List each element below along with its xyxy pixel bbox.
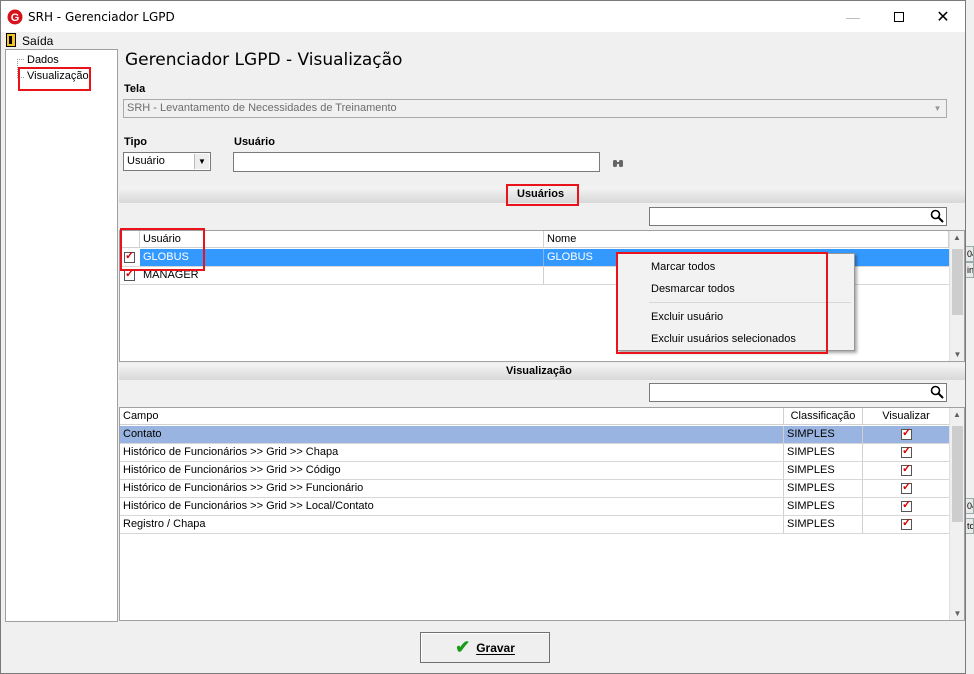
cell-campo: Registro / Chapa <box>120 516 784 533</box>
table-row[interactable]: Histórico de Funcionários >> Grid >> Cha… <box>120 444 949 462</box>
tree-item-dados[interactable]: Dados <box>27 54 59 66</box>
table-row[interactable]: Histórico de Funcionários >> Grid >> Loc… <box>120 498 949 516</box>
tree-connector <box>17 59 24 60</box>
view-vertical-scrollbar[interactable]: ▲ ▼ <box>949 408 964 620</box>
chevron-down-icon[interactable]: ▼ <box>930 101 945 116</box>
navigation-tree <box>5 49 118 622</box>
annotation-highlight <box>120 228 205 271</box>
svg-text:G: G <box>11 12 20 24</box>
cell-campo: Histórico de Funcionários >> Grid >> Fun… <box>120 480 784 497</box>
table-row[interactable]: Histórico de Funcionários >> Grid >> Cód… <box>120 462 949 480</box>
tela-value: SRH - Levantamento de Necessidades de Tr… <box>127 102 397 114</box>
cell-classificacao: SIMPLES <box>784 426 863 443</box>
visualizar-checkbox[interactable] <box>901 499 912 512</box>
scroll-down-icon[interactable]: ▼ <box>950 350 965 359</box>
scroll-up-icon[interactable]: ▲ <box>950 233 964 242</box>
view-section-title: Visualização <box>506 365 572 377</box>
menu-item-exit[interactable]: Saída <box>22 34 53 48</box>
scrollbar-thumb[interactable] <box>952 249 963 315</box>
users-search-input[interactable] <box>649 207 947 226</box>
cell-classificacao: SIMPLES <box>784 444 863 461</box>
page-title: Gerenciador LGPD - Visualização <box>125 50 403 70</box>
app-logo-icon: G <box>7 9 23 25</box>
search-icon[interactable] <box>930 209 944 223</box>
maximize-icon <box>894 11 904 22</box>
menu-bar <box>1 32 965 49</box>
visualizar-checkbox[interactable] <box>901 481 912 494</box>
search-icon[interactable] <box>930 385 944 399</box>
cell-campo: Histórico de Funcionários >> Grid >> Loc… <box>120 498 784 515</box>
checkmark-icon: ✔ <box>455 637 471 657</box>
users-grid-header: Usuário Nome <box>120 231 949 248</box>
maximize-button[interactable] <box>876 1 922 32</box>
cell-classificacao: SIMPLES <box>784 516 863 533</box>
annotation-highlight <box>616 252 828 354</box>
chevron-down-icon[interactable]: ▼ <box>194 154 209 169</box>
save-button[interactable]: ✔ Gravar <box>420 632 550 663</box>
tipo-select[interactable]: Usuário ▼ <box>123 152 211 171</box>
scroll-up-icon[interactable]: ▲ <box>950 410 964 419</box>
close-icon: ✕ <box>936 8 950 26</box>
minimize-icon: — <box>846 8 860 25</box>
usuario-input[interactable] <box>233 152 600 172</box>
cell-campo: Contato <box>120 426 784 443</box>
visualizar-checkbox[interactable] <box>901 427 912 440</box>
title-bar[interactable]: G SRH - Gerenciador LGPD — ✕ <box>1 1 965 32</box>
usuario-label: Usuário <box>234 136 275 148</box>
minimize-button[interactable]: — <box>830 1 876 32</box>
table-row[interactable]: Registro / Chapa SIMPLES <box>120 516 949 534</box>
tipo-label: Tipo <box>124 136 148 148</box>
cell-campo: Histórico de Funcionários >> Grid >> Cha… <box>120 444 784 461</box>
tela-combo[interactable]: SRH - Levantamento de Necessidades de Tr… <box>123 99 947 118</box>
column-header-visualizar[interactable]: Visualizar <box>863 408 949 424</box>
cell-campo: Histórico de Funcionários >> Grid >> Cód… <box>120 462 784 479</box>
visualizar-checkbox[interactable] <box>901 445 912 458</box>
view-grid-header: Campo Classificação Visualizar <box>120 408 949 425</box>
background-window-edge <box>966 0 974 674</box>
column-header-classificacao[interactable]: Classificação <box>784 408 863 424</box>
view-grid: Campo Classificação Visualizar Contato S… <box>119 407 965 621</box>
app-window: G SRH - Gerenciador LGPD — ✕ Saída Dados… <box>0 0 966 674</box>
visualizar-checkbox[interactable] <box>901 463 912 476</box>
column-header-campo[interactable]: Campo <box>120 408 784 424</box>
background-fragment: 04 <box>965 498 974 514</box>
cell-classificacao: SIMPLES <box>784 498 863 515</box>
row-checkbox[interactable] <box>124 268 135 281</box>
scrollbar-thumb[interactable] <box>952 426 963 522</box>
visualizar-checkbox[interactable] <box>901 517 912 530</box>
view-search-input[interactable] <box>649 383 947 402</box>
column-header-nome[interactable]: Nome <box>544 231 949 247</box>
table-row[interactable]: Contato SIMPLES <box>120 426 949 444</box>
background-fragment: 04 <box>965 246 974 262</box>
cell-classificacao: SIMPLES <box>784 462 863 479</box>
background-fragment: in <box>965 262 974 278</box>
scroll-down-icon[interactable]: ▼ <box>950 609 965 618</box>
window-title: SRH - Gerenciador LGPD <box>28 10 175 24</box>
tela-label: Tela <box>124 83 146 95</box>
users-vertical-scrollbar[interactable]: ▲ ▼ <box>949 231 964 361</box>
close-button[interactable]: ✕ <box>920 1 966 32</box>
binoculars-icon[interactable] <box>612 157 624 169</box>
cell-classificacao: SIMPLES <box>784 480 863 497</box>
table-row[interactable]: Histórico de Funcionários >> Grid >> Fun… <box>120 480 949 498</box>
door-exit-icon[interactable] <box>6 33 16 47</box>
save-button-label: Gravar <box>476 640 515 655</box>
annotation-highlight <box>18 67 91 91</box>
annotation-highlight <box>506 184 579 206</box>
background-fragment: to <box>965 518 974 534</box>
